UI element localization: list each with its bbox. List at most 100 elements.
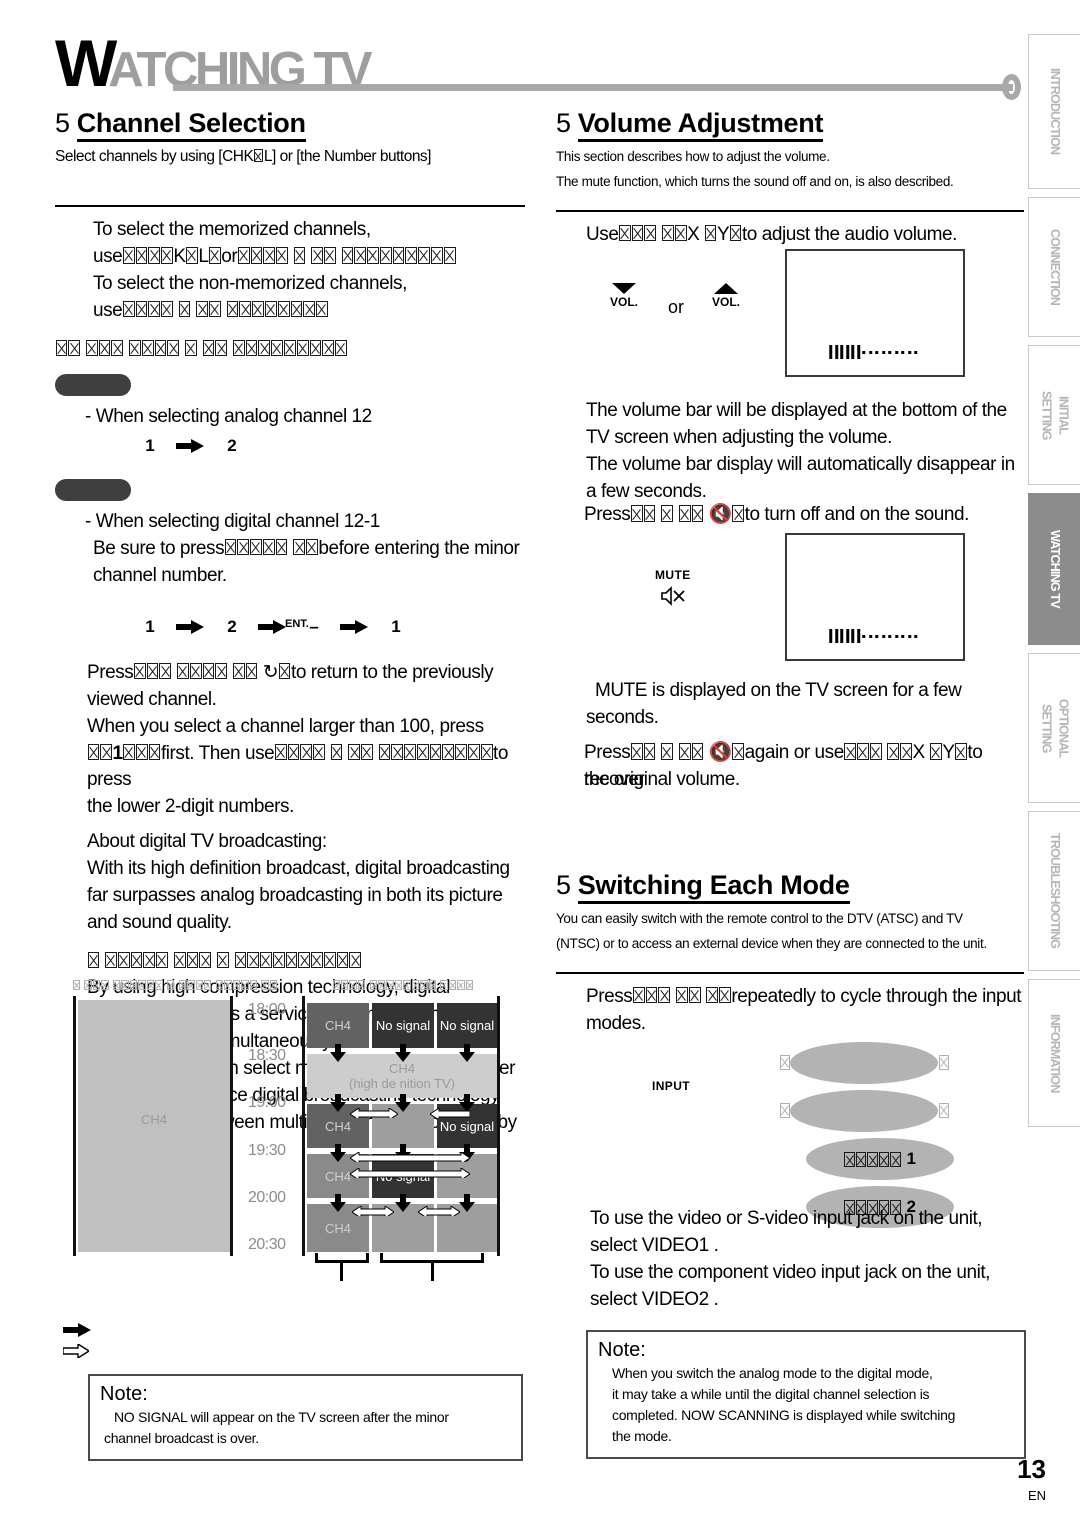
tofu-glyph [719, 987, 731, 1004]
digital-badge [55, 478, 131, 501]
vol-down-label: VOL. [610, 295, 639, 309]
diagram-label-analog [72, 978, 278, 992]
about-p1-l2: far surpasses analog broadcasting in bot… [87, 885, 503, 907]
subtitle-key-down: K [243, 147, 254, 165]
tofu-glyph [215, 662, 228, 680]
tofu-glyph [900, 743, 913, 760]
cell-nosignal-r0c2: No signal [437, 1003, 497, 1048]
sidebar-tab-introduction[interactable]: INTRODUCTION [1028, 34, 1080, 189]
tofu-glyph [250, 247, 263, 264]
sidebar-tab-initial-setting[interactable]: INITIAL SETTING [1028, 345, 1080, 485]
note-line-2: it may take a while until the digital ch… [612, 1386, 930, 1402]
tofu-glyph [303, 301, 316, 318]
tofu-glyph [392, 247, 405, 264]
tofu-glyph [216, 951, 229, 968]
tofu-glyph [141, 340, 154, 357]
tofu-glyph [287, 743, 300, 761]
tofu-glyph [135, 247, 148, 264]
tofu-glyph [209, 301, 221, 318]
tofu-glyph [300, 743, 313, 761]
tofu-glyph [98, 340, 111, 357]
nonmemorized-line-1: To select the non-memorized channels, [93, 272, 407, 294]
tofu-glyph [869, 743, 882, 760]
tofu-glyph [955, 743, 967, 760]
cell-ch4-r0c0: CH4 [307, 1003, 369, 1048]
tofu-glyph [311, 951, 323, 968]
memorized-block: To select the memorized channels, use K Lo… [93, 217, 525, 325]
arrow-right-hollow-icon [63, 1344, 89, 1358]
tofu-glyph [202, 340, 215, 357]
tofu-glyph [732, 505, 745, 522]
tofu-glyph [658, 987, 671, 1004]
cell-hd-line1: CH4 [388, 1061, 415, 1076]
tofu-glyph [161, 247, 173, 264]
tofu-glyph [938, 1101, 950, 1121]
page-title-initial: W [55, 26, 117, 100]
tofu-glyph [277, 301, 290, 318]
sidebar-tab-information[interactable]: INFORMATION [1028, 979, 1080, 1127]
broadcast-diagram: CH4 18:00 18:30 19:00 19:30 20:00 20:30 … [60, 978, 530, 1281]
section-heading-volume: 5 Volume Adjustment [556, 108, 1024, 142]
tofu-glyph [378, 743, 391, 761]
tofu-glyph [630, 505, 643, 522]
key-ch-up: L [198, 245, 209, 267]
mute-result: MUTE is displayed on the TV screen for a… [586, 678, 1025, 732]
section-heading-channel-selection: 5 Channel Selection [55, 108, 525, 142]
subtitle-pre: Select channels by using [CH [55, 147, 244, 165]
tofu-glyph [316, 301, 328, 318]
tofu-glyph [455, 743, 467, 761]
key-vol-down: X [687, 223, 700, 245]
tofu-glyph [361, 743, 373, 761]
tofu-glyph [391, 743, 404, 761]
tofu-glyph [156, 951, 168, 968]
mode-ellipse-video1: 1 [806, 1138, 954, 1180]
time-1930: 19:30 [248, 1142, 286, 1159]
tofu-glyph [336, 951, 349, 968]
diagram-analog-panel: CH4 [78, 1000, 230, 1252]
arrow-right-solid-icon [63, 1322, 93, 1337]
section-number: 5 [556, 108, 571, 138]
section-number: 5 [55, 108, 70, 138]
tofu-glyph [293, 247, 306, 264]
sidebar-tab-connection[interactable]: CONNECTION [1028, 197, 1080, 337]
about-p1-l1: With its high definition broadcast, digi… [87, 858, 510, 880]
analog-badge [55, 373, 131, 396]
tofu-glyph [276, 247, 288, 264]
press-post: repeatedly to cycle through the input [731, 985, 1022, 1007]
subtitle-post: ] or [the Number buttons] [272, 147, 431, 165]
sidebar-tab-optional-setting[interactable]: OPTIONAL SETTING [1028, 653, 1080, 803]
tofu-glyph [330, 743, 343, 761]
tofu-glyph [844, 743, 857, 760]
legend-arrows [63, 1318, 93, 1362]
bracket-major [315, 1253, 369, 1263]
sidebar-tab-watching-tv[interactable]: WATCHING TV [1028, 493, 1080, 645]
section-title: Switching Each Mode [577, 870, 850, 904]
key-2: 2 [227, 435, 237, 455]
vol-up-key: VOL. [712, 283, 740, 309]
tofu-glyph [178, 301, 191, 318]
video-jack-notes: To use the video or S-video input jack o… [590, 1206, 1030, 1314]
tv-screen-mute [785, 533, 965, 661]
mute-press-post: to turn off and on the sound. [744, 504, 970, 525]
arrow-right-icon [340, 620, 370, 635]
tofu-glyph [247, 951, 260, 968]
tofu-glyph [129, 340, 141, 357]
tofu-glyph [732, 743, 745, 760]
arrow-right-icon [258, 620, 288, 635]
tofu-glyph [263, 247, 276, 264]
tofu-glyph [429, 743, 442, 761]
memorized-line-2: use K Lor [93, 244, 525, 271]
sidebar-tab-troubleshooting[interactable]: TROUBLESHOOTING [1028, 811, 1080, 971]
tofu-glyph [122, 301, 135, 318]
tofu-glyph [68, 340, 81, 357]
legend-row-solid [63, 1318, 93, 1340]
tofu-glyph [643, 743, 656, 760]
vol-p1-l2: TV screen when adjusting the volume. [586, 426, 892, 448]
volume-paragraph-1: The volume bar will be displayed at the … [586, 398, 1026, 506]
recall-post: to return to the previously [290, 661, 494, 683]
tofu-glyph [148, 301, 161, 318]
tofu-glyph [341, 247, 354, 264]
tofu-glyph [678, 505, 691, 522]
tofu-glyph [729, 225, 742, 242]
tofu-glyph [167, 340, 180, 357]
